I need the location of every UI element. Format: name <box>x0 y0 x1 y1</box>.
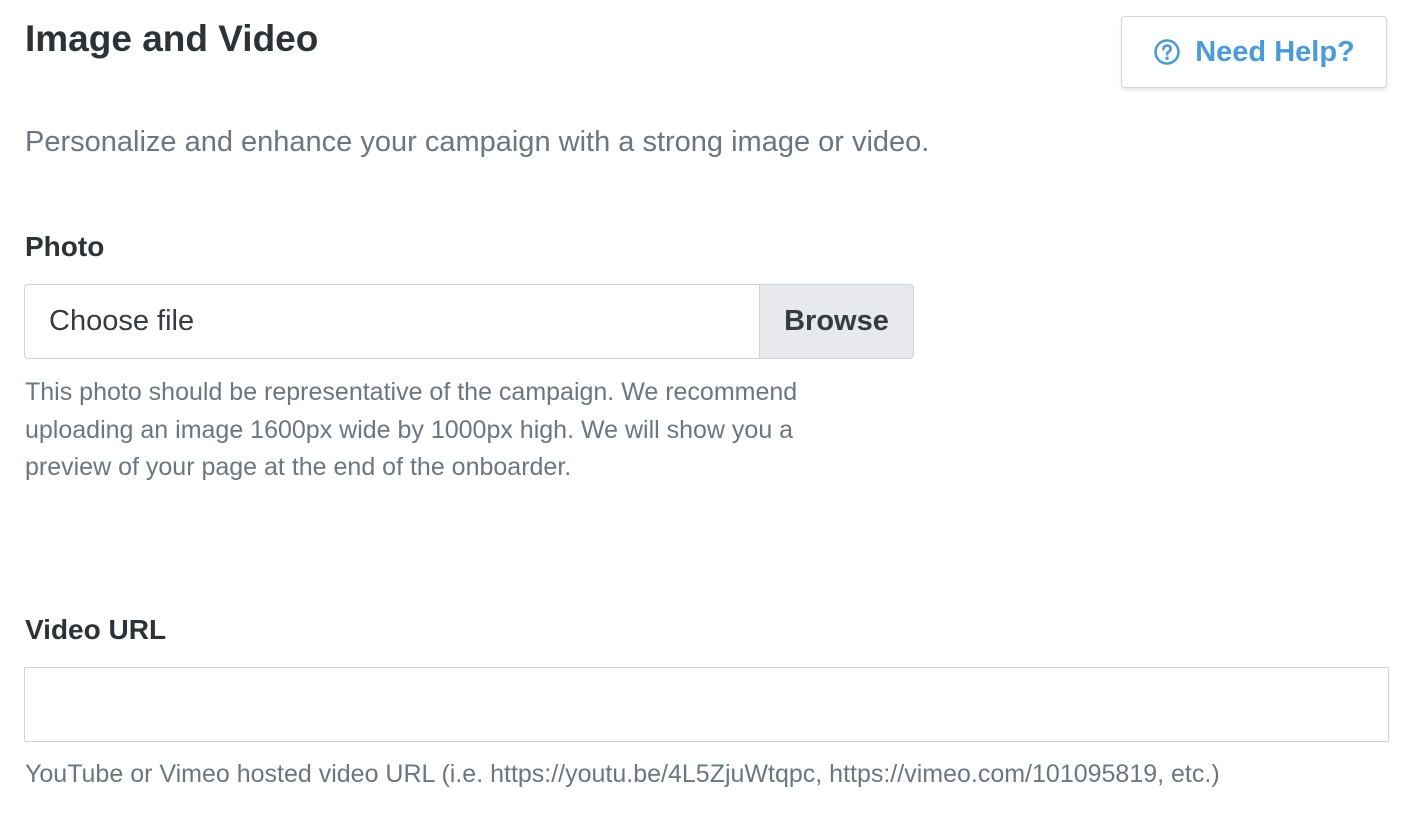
image-video-form: Image and Video Need Help? Personalize a… <box>0 0 1415 814</box>
page-subtitle: Personalize and enhance your campaign wi… <box>25 126 930 158</box>
need-help-button[interactable]: Need Help? <box>1121 16 1387 88</box>
question-circle-icon <box>1153 38 1181 66</box>
page-title: Image and Video <box>25 18 319 59</box>
photo-help-text: This photo should be representative of t… <box>25 374 905 487</box>
video-url-input[interactable] <box>24 667 1389 742</box>
photo-help-line: This photo should be representative of t… <box>25 378 798 406</box>
video-url-help-text: YouTube or Vimeo hosted video URL (i.e. … <box>25 760 1220 788</box>
photo-label: Photo <box>25 231 105 262</box>
photo-help-line: uploading an image 1600px wide by 1000px… <box>25 415 794 444</box>
file-input-placeholder[interactable]: Choose file <box>25 285 759 358</box>
browse-button[interactable]: Browse <box>759 285 913 358</box>
need-help-label: Need Help? <box>1195 35 1355 68</box>
photo-help-line: preview of your page at the end of the o… <box>25 453 572 481</box>
video-url-label: Video URL <box>25 614 167 645</box>
photo-file-input[interactable]: Choose file Browse <box>24 284 914 359</box>
